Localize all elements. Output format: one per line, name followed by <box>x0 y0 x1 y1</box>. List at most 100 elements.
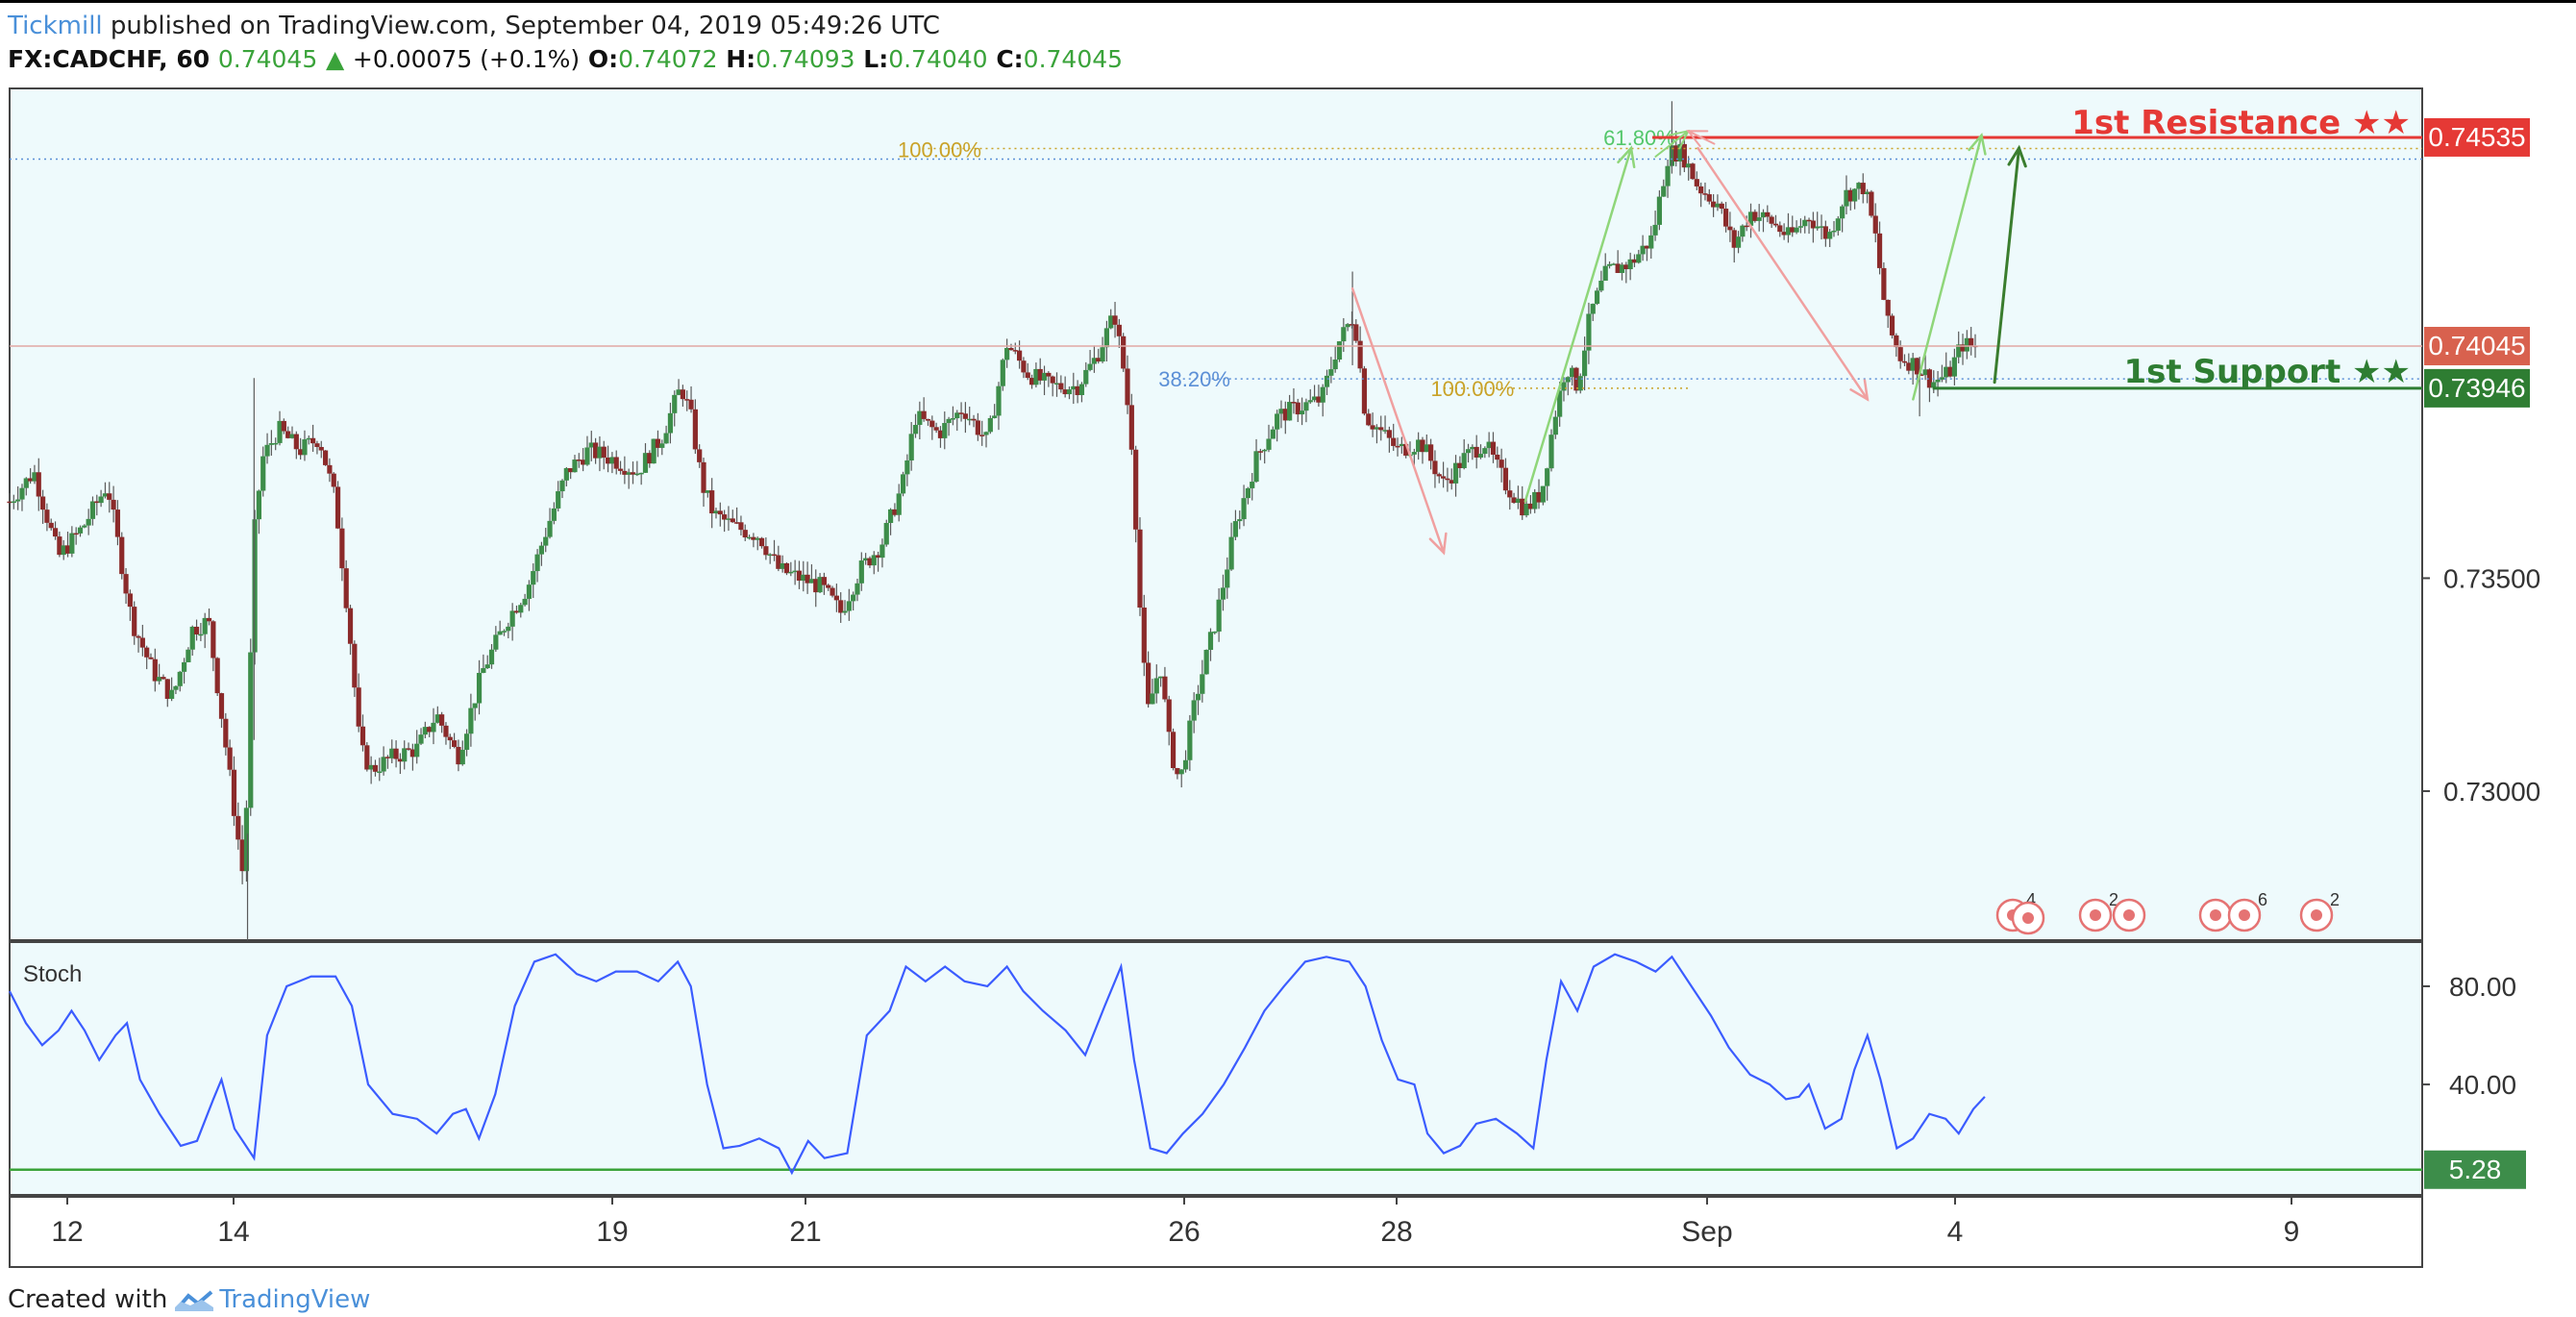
candle-body <box>983 432 989 435</box>
candle-body <box>1840 206 1845 219</box>
candle-body <box>1357 340 1363 369</box>
candle-body <box>1133 449 1139 530</box>
candle-body <box>1153 678 1159 694</box>
candle-body <box>1432 460 1438 475</box>
candle-body <box>531 571 536 585</box>
candle-body <box>1827 232 1833 239</box>
candle-body <box>663 433 669 444</box>
candle-body <box>302 439 308 456</box>
price-chart[interactable]: 100.00%61.80%38.20% 100.00% 1st Resistanc… <box>0 0 2576 1279</box>
candle-body <box>838 600 844 613</box>
candle-body <box>830 587 835 596</box>
candle-body <box>1100 347 1105 362</box>
candle-body <box>1212 631 1218 634</box>
candle-body <box>48 522 54 529</box>
candle-body <box>617 468 624 471</box>
candle-body <box>763 546 769 556</box>
candle-body <box>36 472 41 497</box>
candle-body <box>1307 400 1313 403</box>
candle-body <box>701 461 706 493</box>
created-with-text: Created with <box>8 1285 168 1314</box>
candle-body <box>359 726 366 746</box>
candle-body <box>173 685 179 690</box>
candle-body <box>264 444 270 457</box>
candle-body <box>1648 235 1654 249</box>
stoch-pane[interactable] <box>9 941 2423 1196</box>
candle-body <box>1166 699 1172 733</box>
candle-body <box>672 394 678 413</box>
candle-body <box>783 562 790 574</box>
candle-body <box>925 418 931 421</box>
tradingview-link[interactable]: TradingView <box>219 1285 370 1314</box>
candle-body <box>1665 165 1671 186</box>
price-tick-label: 0.73000 <box>2443 777 2540 807</box>
candle-body <box>1594 290 1600 305</box>
candle-body <box>1727 226 1733 231</box>
candle-body <box>501 631 508 633</box>
candle-body <box>551 508 557 521</box>
candle-body <box>402 748 408 762</box>
candle-body <box>372 764 379 772</box>
candle-body <box>1495 454 1500 460</box>
candle-body <box>52 528 59 537</box>
candle-body <box>243 808 250 872</box>
candle-body <box>1744 225 1749 228</box>
candle-body <box>929 420 935 428</box>
candle-body <box>77 527 84 534</box>
candle-body <box>1187 720 1193 760</box>
candle-body <box>1228 536 1234 570</box>
candle-body <box>855 583 860 595</box>
candle-body <box>1025 372 1030 379</box>
candle-body <box>692 409 698 450</box>
candle-body <box>1777 225 1783 233</box>
candle-body <box>39 496 46 510</box>
time-tick-label: 28 <box>1380 1216 1412 1248</box>
time-tick-label: Sep <box>1681 1216 1732 1248</box>
candle-body <box>123 574 129 594</box>
candle-body <box>1066 389 1073 395</box>
stoch-title: Stoch <box>23 961 82 987</box>
candle-body <box>1162 676 1168 700</box>
candle-body <box>198 634 204 636</box>
candle-body <box>1411 452 1417 455</box>
candle-body <box>414 743 420 758</box>
candle-body <box>572 460 578 473</box>
event-icon-ca-b-dot <box>2022 912 2034 924</box>
candle-body <box>1706 194 1712 202</box>
candle-body <box>1257 451 1263 453</box>
candle-body <box>1341 327 1347 342</box>
candle-body <box>1661 186 1667 197</box>
candle-body <box>826 584 831 588</box>
event-icon-ch-b[interactable] <box>2198 898 2233 932</box>
candle-body <box>904 460 910 475</box>
candle-body <box>256 490 262 520</box>
candle-body <box>1262 449 1268 452</box>
event-icon-ca-b[interactable] <box>2011 901 2045 935</box>
time-axis[interactable] <box>9 1196 2423 1268</box>
price-pane[interactable] <box>9 87 2423 941</box>
candle-body <box>1324 375 1330 387</box>
candle-body <box>481 668 486 673</box>
candle-body <box>111 499 116 510</box>
candle-body <box>526 584 533 599</box>
candle-body <box>688 399 694 410</box>
candle-body <box>1170 732 1177 769</box>
candle-body <box>1021 360 1027 373</box>
resistance-badge: 0.74535 <box>2428 122 2525 152</box>
candle-body <box>1378 427 1384 431</box>
candle-body <box>107 493 112 500</box>
candle-body <box>1690 163 1696 180</box>
candle-body <box>543 536 549 546</box>
candle-body <box>334 486 341 529</box>
candle-body <box>1270 429 1276 439</box>
candle-body <box>15 499 21 502</box>
event-icon-ch-c-count: 6 <box>2258 890 2267 909</box>
candle-body <box>667 412 674 434</box>
candle-body <box>484 664 490 669</box>
candle-body <box>1969 337 1974 346</box>
candle-body <box>218 693 225 719</box>
event-icon-ca-c[interactable] <box>2112 898 2146 932</box>
candle-body <box>139 637 145 648</box>
event-icon-ch-d-dot <box>2311 909 2322 921</box>
candle-body <box>1698 186 1704 194</box>
